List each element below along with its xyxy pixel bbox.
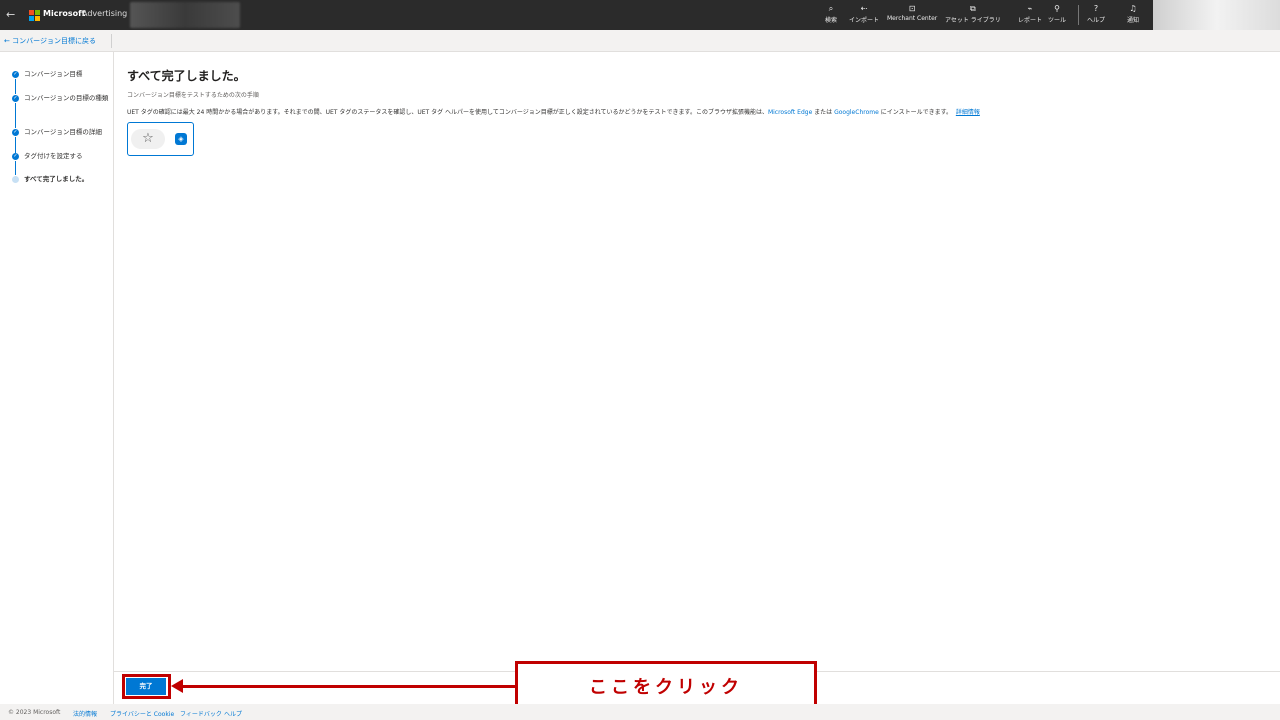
step-conversion-goal[interactable]: コンバージョン目標 <box>24 70 112 79</box>
brand-name: Microsoft <box>43 9 86 18</box>
chart-icon: ⌁ <box>1027 4 1033 13</box>
footer-link-privacy[interactable]: プライバシーと Cookie <box>110 709 174 718</box>
step-goal-type[interactable]: コンバージョンの目標の種類 <box>24 94 112 103</box>
help-icon: ? <box>1093 4 1099 13</box>
step-current-icon <box>12 176 19 183</box>
library-icon: ⧉ <box>970 4 976 13</box>
search-icon: ⌕ <box>828 4 834 13</box>
star-icon: ☆ <box>131 129 165 149</box>
uet-tag-helper-icon: ◈ <box>175 133 187 145</box>
nav-asset-library[interactable]: ⧉ アセット ライブラリ <box>945 4 1001 24</box>
footer-link-feedback[interactable]: フィードバック <box>180 709 222 718</box>
nav-import[interactable]: ⇠ インポート <box>849 4 879 24</box>
footer-link-help[interactable]: ヘルプ <box>224 709 242 718</box>
top-app-bar: ← Microsoft Advertising ⌕ 検索 ⇠ インポート ⊡ M… <box>0 0 1280 30</box>
import-icon: ⇠ <box>860 4 868 13</box>
chrome-link[interactable]: GoogleChrome <box>834 109 879 116</box>
breadcrumb-divider <box>111 34 112 48</box>
nav-reports[interactable]: ⌁ レポート <box>1018 4 1042 24</box>
step-connector <box>15 79 16 94</box>
footer: © 2023 Microsoft 法的情報 プライバシーと Cookie フィー… <box>0 704 1280 720</box>
step-connector <box>15 161 16 175</box>
step-connector <box>15 137 16 153</box>
wizard-steps-panel <box>0 52 114 706</box>
nav-notifications[interactable]: ♫ 通知 <box>1127 4 1139 24</box>
copyright: © 2023 Microsoft <box>8 709 61 716</box>
nav-search[interactable]: ⌕ 検索 <box>825 4 837 24</box>
footer-link-legal[interactable]: 法的情報 <box>73 709 97 718</box>
step-complete-icon: ✓ <box>12 153 19 160</box>
microsoft-logo-icon <box>29 10 40 21</box>
step-complete-icon: ✓ <box>12 71 19 78</box>
back-arrow-icon[interactable]: ← <box>6 8 15 21</box>
breadcrumb-back-link[interactable]: ← コンバージョン目標に戻る <box>4 36 96 46</box>
wrench-icon: ⚲ <box>1054 4 1060 13</box>
annotation-arrow-line <box>182 685 516 688</box>
nav-tools[interactable]: ⚲ ツール <box>1048 4 1066 24</box>
breadcrumb-bar: ← コンバージョン目標に戻る <box>0 30 1280 52</box>
step-complete-icon: ✓ <box>12 129 19 136</box>
edge-link[interactable]: Microsoft Edge <box>768 109 812 116</box>
browser-extension-preview: ☆ ◈ <box>127 122 194 156</box>
product-name[interactable]: Advertising <box>82 9 127 18</box>
step-complete-icon: ✓ <box>12 95 19 102</box>
nav-merchant-center[interactable]: ⊡ Merchant Center <box>887 4 937 22</box>
bell-icon: ♫ <box>1129 4 1137 13</box>
annotation-highlight-box <box>122 674 171 699</box>
account-selector-redacted[interactable] <box>130 2 240 28</box>
learn-more-link[interactable]: 詳細情報 <box>956 109 980 116</box>
step-connector <box>15 103 16 128</box>
uet-description: UET タグの確認には最大 24 時間かかる場合があります。それまでの間、UET… <box>127 109 980 116</box>
step-all-done: すべて完了しました。 <box>24 175 89 183</box>
profile-redacted[interactable] <box>1153 0 1280 30</box>
nav-help[interactable]: ? ヘルプ <box>1087 4 1105 24</box>
nav-divider <box>1078 5 1079 25</box>
page-title: すべて完了しました。 <box>127 69 246 83</box>
step-goal-details[interactable]: コンバージョン目標の詳細 <box>24 128 112 137</box>
cart-icon: ⊡ <box>908 4 916 13</box>
step-tag-setup[interactable]: タグ付けを設定する <box>24 152 112 161</box>
next-steps-subheading: コンバージョン目標をテストするための次の手順 <box>127 92 259 99</box>
